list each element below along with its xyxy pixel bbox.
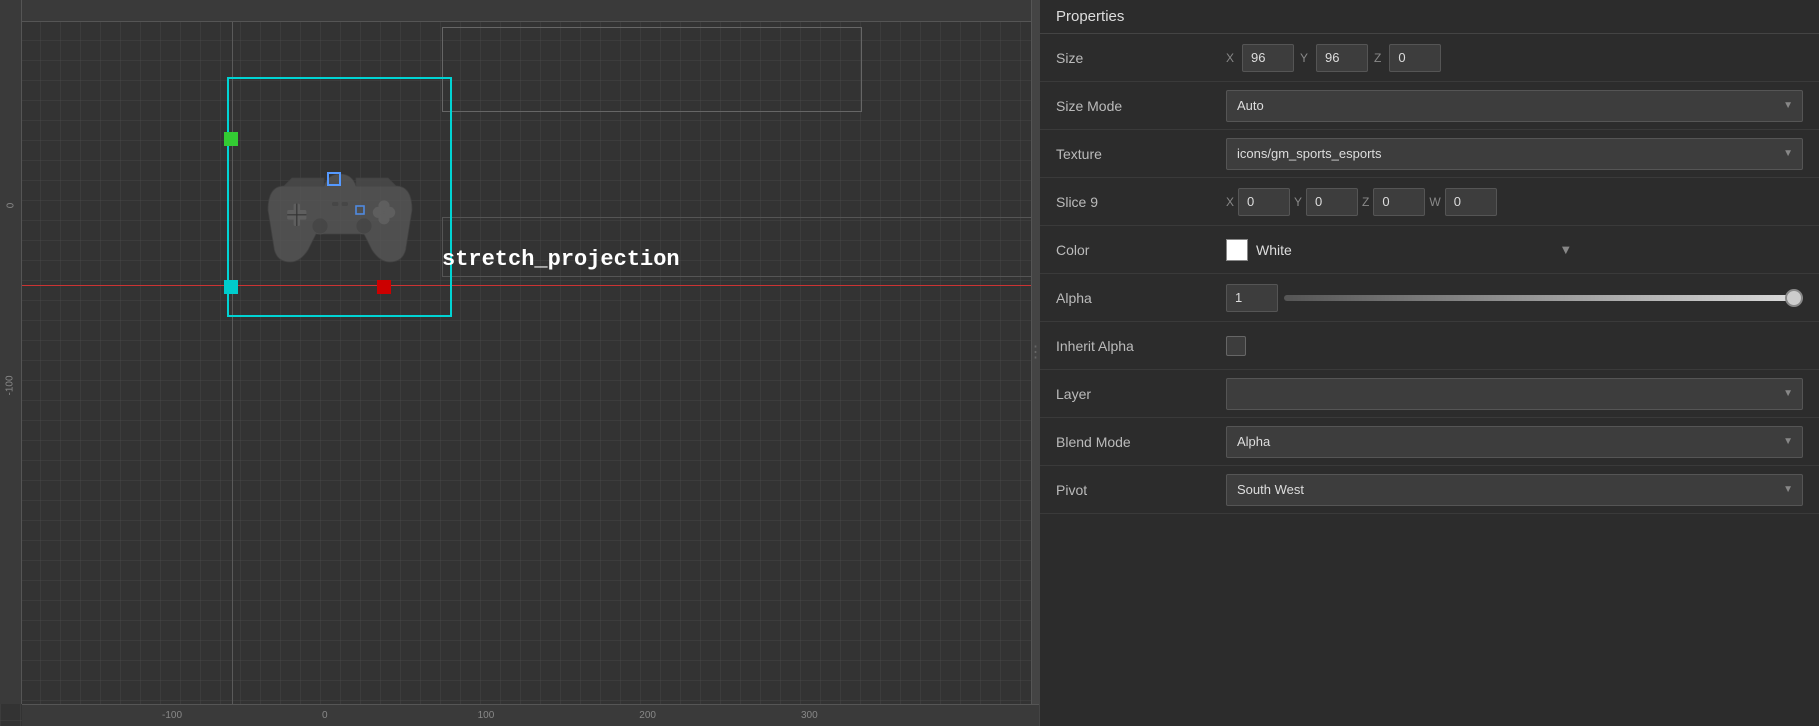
pivot-select-container: South West ▼ [1226,474,1803,506]
slice9-y-label: Y [1294,195,1302,209]
handle-bottom-left[interactable] [224,280,238,294]
alpha-input[interactable] [1226,284,1278,312]
size-y-input[interactable] [1316,44,1368,72]
color-select-container: ▼ [1555,242,1803,257]
layer-row: Layer ▼ [1040,370,1819,418]
handle-top-left[interactable] [224,132,238,146]
color-dropdown-arrow[interactable]: ▼ [1559,242,1572,257]
slice9-w-label: W [1429,195,1440,209]
gamepad-icon [260,140,420,280]
size-z-input[interactable] [1389,44,1441,72]
ruler-tick-0: 0 [322,710,328,721]
horizontal-axis [22,285,1039,286]
ruler-bottom: -100 0 100 200 300 [22,704,1039,726]
alpha-row: Alpha [1040,274,1819,322]
alpha-label: Alpha [1056,290,1226,306]
ruler-top [0,0,1039,22]
size-label: Size [1056,50,1226,66]
size-mode-label: Size Mode [1056,98,1226,114]
slice9-z-label: Z [1362,195,1369,209]
texture-value: icons/gm_sports_esports ▼ [1226,138,1803,170]
size-x-label: X [1226,51,1234,65]
size-y-label: Y [1300,51,1308,65]
pivot-label: Pivot [1056,482,1226,498]
canvas-area[interactable]: 0 -100 [0,0,1039,726]
stretch-text: stretch_projection [442,247,680,272]
slice9-z-input[interactable] [1373,188,1425,216]
handle-center[interactable] [327,172,341,186]
inherit-alpha-checkbox[interactable] [1226,336,1246,356]
size-mode-select-container: Auto ▼ [1226,90,1803,122]
ruler-left: 0 -100 [0,0,22,704]
inherit-alpha-label: Inherit Alpha [1056,338,1226,354]
top-rectangle [442,27,862,112]
blend-mode-row: Blend Mode Alpha ▼ [1040,418,1819,466]
layer-label: Layer [1056,386,1226,402]
alpha-value [1226,284,1803,312]
panel-splitter[interactable] [1031,0,1039,704]
slice9-row: Slice 9 X Y Z W [1040,178,1819,226]
ruler-tick-neg100: -100 [162,710,182,721]
texture-select[interactable]: icons/gm_sports_esports [1226,138,1803,170]
canvas-content: stretch_projection [22,22,1039,704]
texture-select-container: icons/gm_sports_esports ▼ [1226,138,1803,170]
slice9-w-input[interactable] [1445,188,1497,216]
slice9-x-label: X [1226,195,1234,209]
color-swatch[interactable] [1226,239,1248,261]
layer-value: ▼ [1226,378,1803,410]
size-mode-row: Size Mode Auto ▼ [1040,82,1819,130]
size-row: Size X Y Z [1040,34,1819,82]
properties-panel: Properties Size X Y Z Size Mode Auto ▼ T… [1039,0,1819,726]
inherit-alpha-row: Inherit Alpha [1040,322,1819,370]
layer-select-container: ▼ [1226,378,1803,410]
texture-row: Texture icons/gm_sports_esports ▼ [1040,130,1819,178]
slice9-label: Slice 9 [1056,194,1226,210]
color-label: Color [1056,242,1226,258]
size-x-input[interactable] [1242,44,1294,72]
blend-mode-select-container: Alpha ▼ [1226,426,1803,458]
size-mode-value: Auto ▼ [1226,90,1803,122]
alpha-slider-track[interactable] [1284,295,1803,301]
pivot-row: Pivot South West ▼ [1040,466,1819,514]
pivot-select[interactable]: South West [1226,474,1803,506]
gamepad-container [252,122,427,297]
slice9-y-input[interactable] [1306,188,1358,216]
size-mode-select[interactable]: Auto [1226,90,1803,122]
ruler-tick-300: 300 [801,710,818,721]
color-value: White ▼ [1226,239,1803,261]
ruler-tick-100: 100 [478,710,495,721]
color-row: Color White ▼ [1040,226,1819,274]
inherit-alpha-value [1226,336,1803,356]
texture-label: Texture [1056,146,1226,162]
ruler-tick-200: 200 [639,710,656,721]
slice9-x-input[interactable] [1238,188,1290,216]
layer-select[interactable] [1226,378,1803,410]
slice9-value: X Y Z W [1226,188,1803,216]
alpha-slider-thumb[interactable] [1785,289,1803,307]
size-value: X Y Z [1226,44,1803,72]
size-z-label: Z [1374,51,1381,65]
pivot-value: South West ▼ [1226,474,1803,506]
color-name: White [1256,242,1292,258]
blend-mode-label: Blend Mode [1056,434,1226,450]
slice9-coords: X Y Z W [1226,188,1497,216]
handle-bottom-right[interactable] [377,280,391,294]
blend-mode-value: Alpha ▼ [1226,426,1803,458]
panel-title: Properties [1040,0,1819,34]
blend-mode-select[interactable]: Alpha [1226,426,1803,458]
